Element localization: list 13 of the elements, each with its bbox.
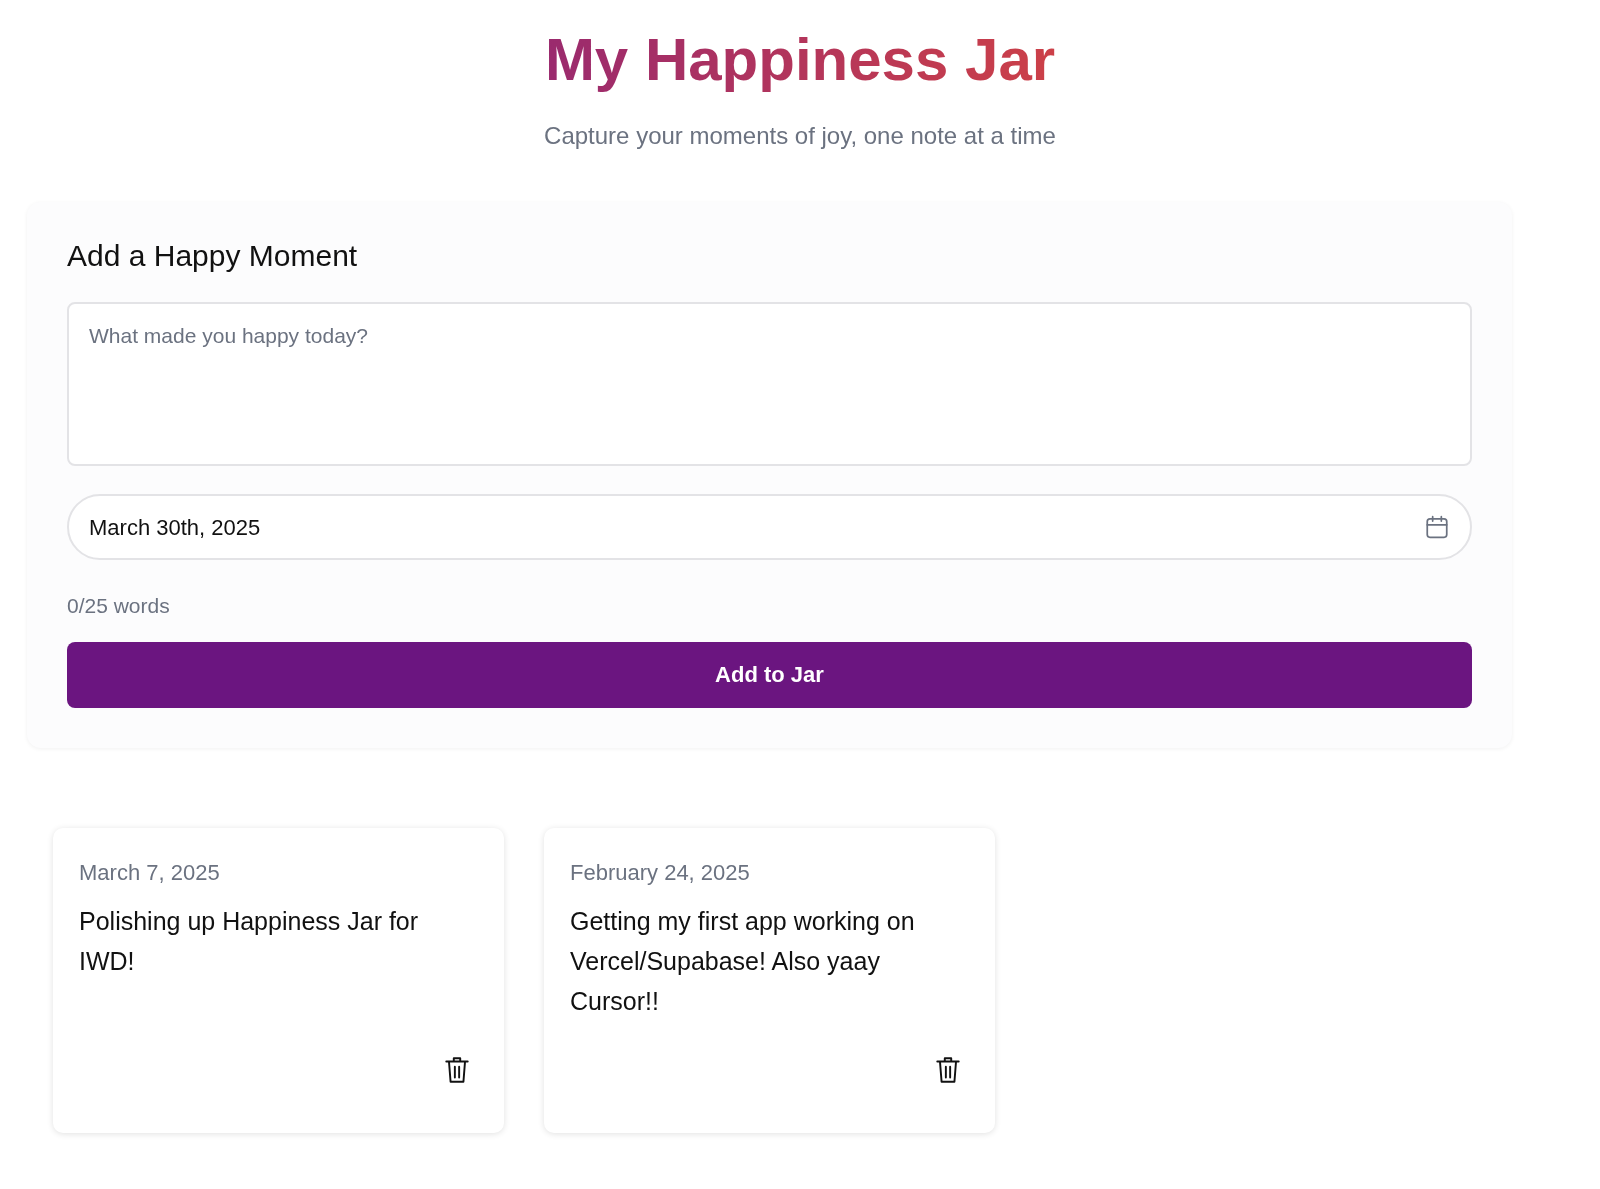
date-picker-field[interactable]: March 30th, 2025 [67,494,1472,560]
form-heading: Add a Happy Moment [67,238,359,274]
moment-input-field[interactable]: What made you happy today? [67,302,1472,466]
note-text: Polishing up Happiness Jar for IWD! [79,905,420,977]
delete-icon[interactable] [444,1054,470,1085]
app-subtitle: Capture your moments of joy, one note at a time [543,121,1057,151]
word-count: 0/25 words [67,593,171,619]
delete-icon[interactable] [935,1054,961,1085]
add-to-jar-button[interactable]: Add to Jar [67,641,1472,708]
calendar-icon[interactable] [1424,514,1450,540]
note-date: March 7, 2025 [79,858,221,887]
note-text: Getting my first app working on Vercel/Supabase! Also yaay Cursor!! [570,905,916,1017]
note-date: February 24, 2025 [570,858,751,887]
